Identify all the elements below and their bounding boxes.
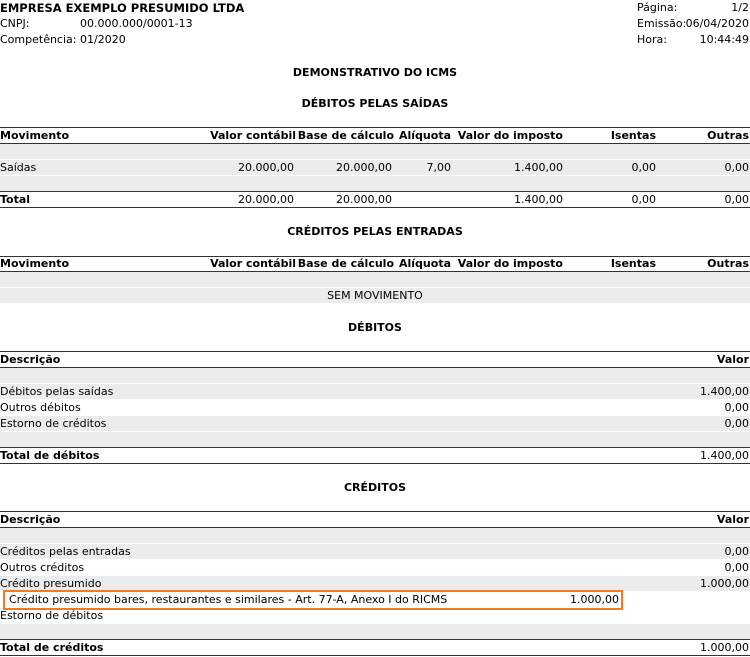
row-desc: Créditos pelas entradas — [0, 545, 131, 558]
report-title: DEMONSTRATIVO DO ICMS — [292, 66, 458, 79]
emissao-value: 06/04/2020 — [685, 17, 749, 30]
total-cell: 20.000,00 — [238, 193, 294, 206]
total-cell: 1.400,00 — [514, 193, 563, 206]
empty-message: SEM MOVIMENTO — [327, 289, 423, 302]
cell: 0,00 — [724, 161, 750, 174]
cell: 20.000,00 — [336, 161, 392, 174]
cnpj-label: CNPJ: — [0, 17, 30, 30]
row-desc: Estorno de créditos — [0, 417, 107, 430]
divider — [0, 127, 750, 128]
competencia-value: 01/2020 — [80, 33, 126, 46]
row-band — [0, 432, 750, 447]
pagina-label: Página: — [637, 1, 678, 14]
row-band — [0, 528, 750, 543]
section-title-creditos-entradas: CRÉDITOS PELAS ENTRADAS — [287, 225, 463, 238]
pagina-value: 1/2 — [731, 1, 749, 14]
row-valor: 0,00 — [724, 561, 750, 574]
row-band — [0, 144, 750, 159]
divider — [0, 639, 750, 640]
col-aliquota: Alíquota — [399, 257, 451, 270]
col-movimento: Movimento — [0, 257, 70, 270]
row-valor: 0,00 — [724, 545, 750, 558]
col-valor-imposto: Valor do imposto — [457, 257, 563, 270]
section-title-creditos: CRÉDITOS — [343, 481, 407, 494]
cell: Saídas — [0, 161, 37, 174]
total-label: Total — [0, 193, 31, 206]
col-base-calculo: Base de cálculo — [297, 257, 394, 270]
cell: 7,00 — [426, 161, 452, 174]
col-valor-contabil: Valor contábil — [210, 129, 296, 142]
total-debitos-value: 1.400,00 — [700, 449, 749, 462]
total-cell: 0,00 — [631, 193, 657, 206]
col-aliquota: Alíquota — [399, 129, 451, 142]
col-isentas: Isentas — [610, 257, 656, 270]
divider — [0, 447, 750, 448]
cell: 1.400,00 — [514, 161, 563, 174]
col-outras: Outras — [707, 257, 749, 270]
emissao-label: Emissão: — [637, 17, 687, 30]
row-desc: Débitos pelas saídas — [0, 385, 114, 398]
cnpj-value: 00.000.000/0001-13 — [80, 17, 193, 30]
cell: 20.000,00 — [238, 161, 294, 174]
divider — [0, 463, 750, 464]
total-debitos-label: Total de débitos — [0, 449, 100, 462]
row-band — [0, 176, 750, 191]
row-desc: Outros débitos — [0, 401, 81, 414]
col-valor: Valor — [716, 513, 749, 526]
section-title-debitos: DÉBITOS — [348, 321, 402, 334]
col-outras: Outras — [707, 129, 749, 142]
divider — [0, 207, 750, 208]
detail-valor: 1.000,00 — [570, 593, 619, 606]
total-cell: 20.000,00 — [336, 193, 392, 206]
hora-label: Hora: — [637, 33, 667, 46]
total-creditos-value: 1.000,00 — [700, 641, 749, 654]
row-band — [0, 272, 750, 287]
col-movimento: Movimento — [0, 129, 70, 142]
col-valor: Valor — [716, 353, 749, 366]
divider — [0, 191, 750, 192]
competencia-label: Competência: — [0, 33, 77, 46]
divider — [0, 511, 750, 512]
hora-value: 10:44:49 — [699, 33, 749, 46]
row-band — [0, 368, 750, 383]
row-valor: 1.000,00 — [700, 577, 749, 590]
detail-desc: Crédito presumido bares, restaurantes e … — [9, 593, 448, 606]
total-creditos-label: Total de créditos — [0, 641, 104, 654]
col-valor-imposto: Valor do imposto — [457, 129, 563, 142]
col-descricao: Descrição — [0, 353, 61, 366]
divider — [0, 351, 750, 352]
col-valor-contabil: Valor contábil — [210, 257, 296, 270]
row-valor: 0,00 — [724, 401, 750, 414]
col-descricao: Descrição — [0, 513, 61, 526]
company-name: EMPRESA EXEMPLO PRESUMIDO LTDA — [0, 1, 245, 15]
col-base-calculo: Base de cálculo — [297, 129, 394, 142]
row-valor: 0,00 — [724, 417, 750, 430]
cell: 0,00 — [631, 161, 657, 174]
row-desc: Outros créditos — [0, 561, 85, 574]
total-cell: 0,00 — [724, 193, 750, 206]
divider — [0, 655, 750, 656]
row-desc: Crédito presumido — [0, 577, 102, 590]
row-desc: Estorno de débitos — [0, 609, 104, 622]
row-valor: 1.400,00 — [700, 385, 749, 398]
section-title-debitos-saidas: DÉBITOS PELAS SAÍDAS — [301, 97, 449, 110]
row-band — [0, 624, 750, 639]
col-isentas: Isentas — [610, 129, 656, 142]
